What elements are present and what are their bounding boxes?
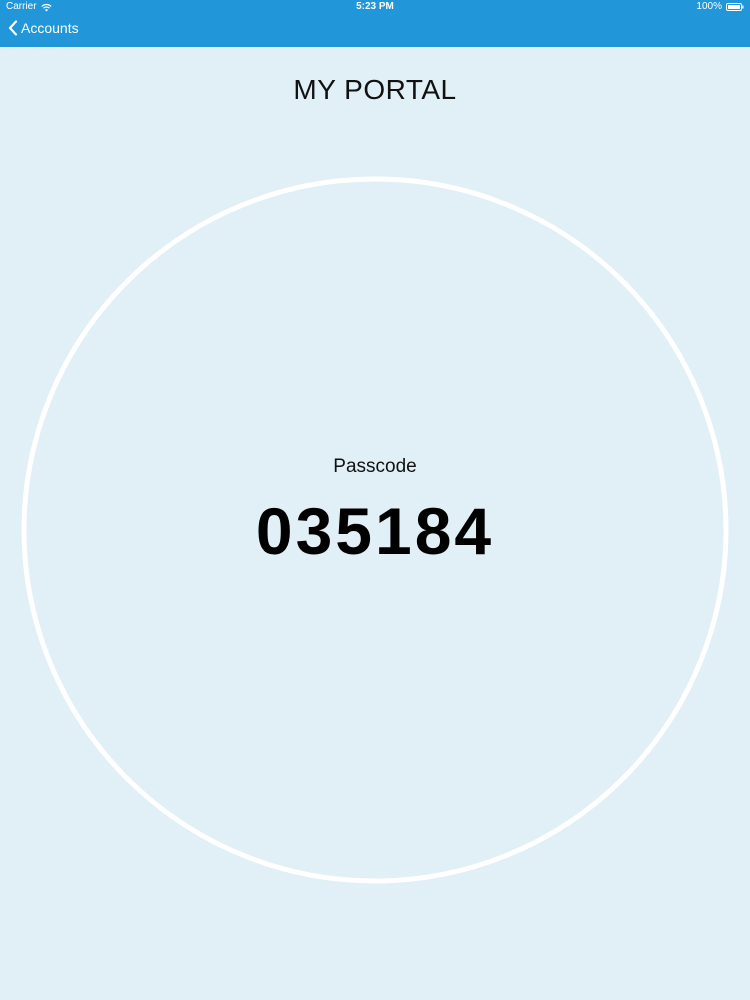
header-bar: Carrier 5:23 PM 100% Accounts: [0, 0, 750, 47]
back-button[interactable]: Accounts: [8, 20, 79, 36]
back-button-label: Accounts: [21, 20, 79, 36]
screen: Carrier 5:23 PM 100% Accounts MY PORTAL …: [0, 0, 750, 1000]
battery-icon: [726, 3, 744, 11]
status-bar: Carrier 5:23 PM 100%: [0, 0, 750, 14]
status-right: 100%: [696, 0, 744, 14]
nav-bar: Accounts: [0, 14, 750, 47]
status-time: 5:23 PM: [356, 1, 394, 12]
page-title: MY PORTAL: [293, 74, 457, 105]
passcode-label: Passcode: [333, 456, 417, 477]
battery-percentage: 100%: [696, 1, 722, 12]
passcode-value: 035184: [255, 494, 495, 568]
chevron-left-icon: [8, 20, 18, 36]
